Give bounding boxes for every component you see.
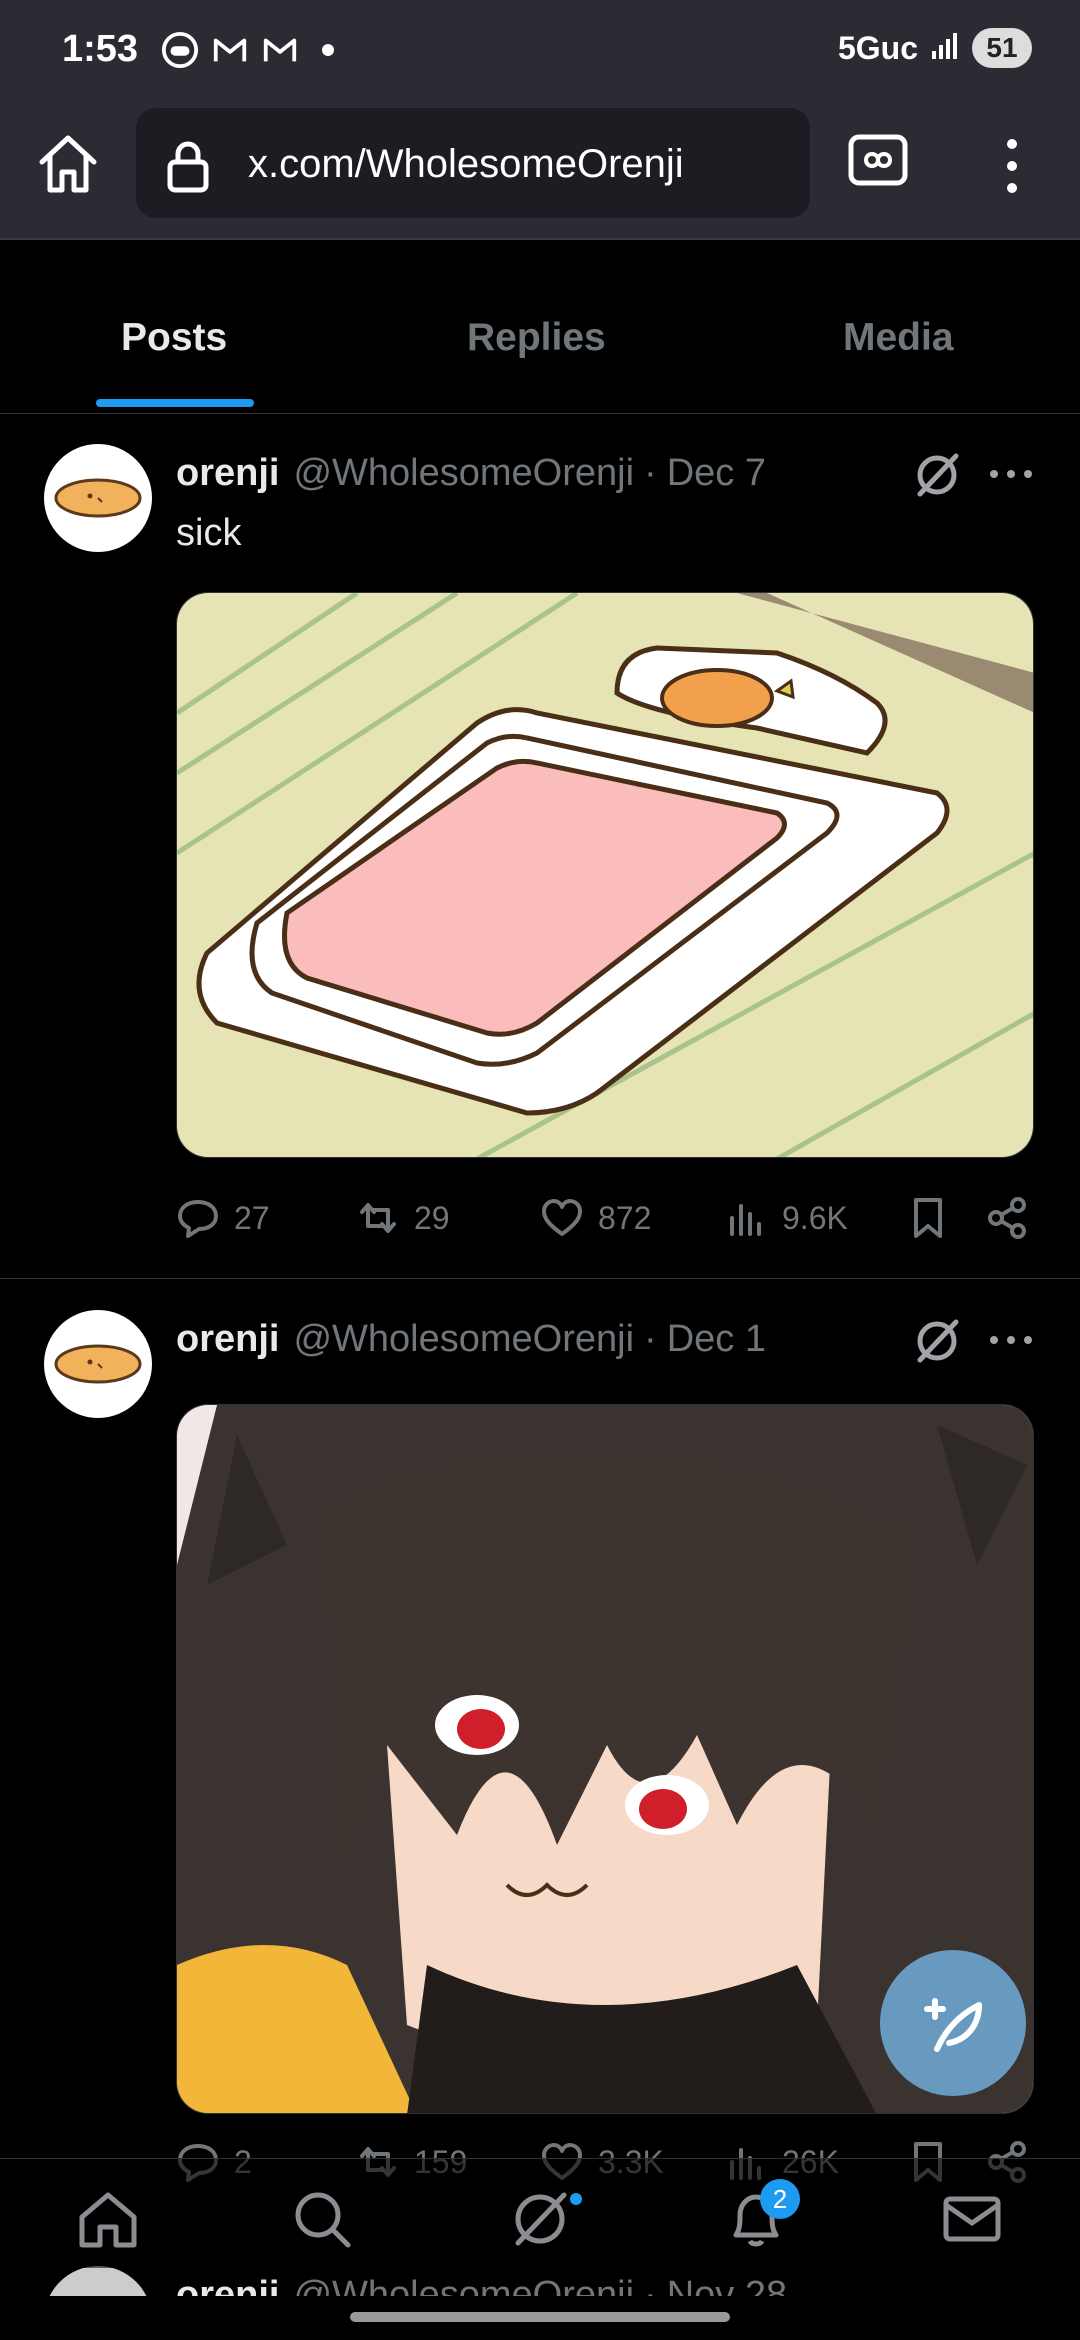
separator: ·: [644, 1318, 657, 1360]
author-handle[interactable]: @WholesomeOrenji: [293, 452, 634, 495]
post-text: sick: [176, 512, 242, 554]
reply-count: 27: [234, 1199, 270, 1236]
bookmark-button[interactable]: [906, 1196, 950, 1240]
battery-icon: 51: [972, 28, 1032, 68]
more-notifications-dot-icon: [322, 44, 334, 56]
post-divider: [0, 1278, 1080, 1279]
post-header: orenji @WholesomeOrenji · Dec 7: [176, 452, 766, 495]
author-name[interactable]: orenji: [176, 1318, 279, 1361]
author-handle[interactable]: @WholesomeOrenji: [293, 1318, 634, 1361]
avatar[interactable]: [44, 1310, 152, 1418]
bottom-navigation: 2: [0, 2158, 1080, 2268]
active-tab-indicator: [96, 399, 254, 407]
repost-button[interactable]: 29: [356, 1196, 450, 1240]
author-name[interactable]: orenji: [176, 452, 279, 495]
views-button[interactable]: 9.6K: [724, 1196, 848, 1240]
like-count: 872: [598, 1199, 652, 1236]
separator: ·: [644, 452, 657, 494]
tab-media[interactable]: Media: [843, 316, 954, 360]
lock-icon[interactable]: [164, 138, 212, 194]
bookmark-icon: [914, 1198, 942, 1238]
tab-posts[interactable]: Posts: [121, 316, 227, 360]
repost-icon: [360, 1203, 396, 1233]
tab-replies[interactable]: Replies: [467, 316, 606, 360]
post-actions: 27 29 872 9.6K: [176, 1196, 1034, 1246]
compose-post-button[interactable]: [880, 1950, 1026, 2096]
status-time: 1:53: [62, 28, 139, 70]
grok-unread-dot-icon: [570, 2193, 582, 2205]
home-gesture-bar[interactable]: [350, 2312, 730, 2322]
status-right: 5Guc 51: [838, 28, 1032, 68]
share-icon: [988, 1197, 1026, 1239]
gmail-icon: [210, 30, 250, 70]
reply-button[interactable]: 27: [176, 1196, 270, 1240]
avatar[interactable]: [44, 444, 152, 552]
like-button[interactable]: 872: [540, 1196, 651, 1240]
signal-icon: [930, 31, 960, 66]
more-options-icon[interactable]: [990, 470, 1032, 482]
nav-home-icon[interactable]: [76, 2187, 140, 2251]
network-type: 5Guc: [837, 29, 918, 66]
browser-toolbar: x.com/WholesomeOrenji: [0, 100, 1080, 240]
browser-menu-icon[interactable]: [1000, 136, 1024, 196]
profile-tabs: Posts Replies Media: [0, 242, 1080, 414]
more-options-icon[interactable]: [990, 1336, 1032, 1348]
tab-switcher-icon[interactable]: [848, 134, 908, 186]
reply-icon: [178, 1200, 218, 1238]
status-bar: 1:53 5Guc 51: [0, 0, 1080, 100]
post-date[interactable]: Dec 7: [667, 452, 766, 495]
post-date[interactable]: Dec 1: [667, 1318, 766, 1361]
grok-icon[interactable]: [912, 450, 962, 500]
post-image[interactable]: [176, 592, 1034, 1158]
notifications-badge: 2: [760, 2179, 800, 2219]
status-notification-icons: [160, 30, 334, 70]
grok-icon[interactable]: [912, 1316, 962, 1366]
home-icon[interactable]: [34, 130, 102, 198]
nav-grok-icon[interactable]: [508, 2187, 572, 2251]
views-icon: [730, 1204, 761, 1236]
game-controller-icon: [160, 30, 200, 70]
gmail-icon: [260, 30, 300, 70]
share-button[interactable]: [986, 1196, 1030, 1240]
compose-feather-icon: [924, 1998, 982, 2052]
url-text[interactable]: x.com/WholesomeOrenji: [248, 142, 684, 187]
nav-search-icon[interactable]: [290, 2187, 354, 2251]
view-count: 9.6K: [782, 1199, 848, 1236]
heart-icon: [542, 1199, 582, 1236]
post-header: orenji @WholesomeOrenji · Dec 1: [176, 1318, 766, 1361]
address-bar[interactable]: x.com/WholesomeOrenji: [136, 108, 810, 218]
repost-count: 29: [414, 1199, 450, 1236]
nav-messages-icon[interactable]: [940, 2187, 1004, 2251]
